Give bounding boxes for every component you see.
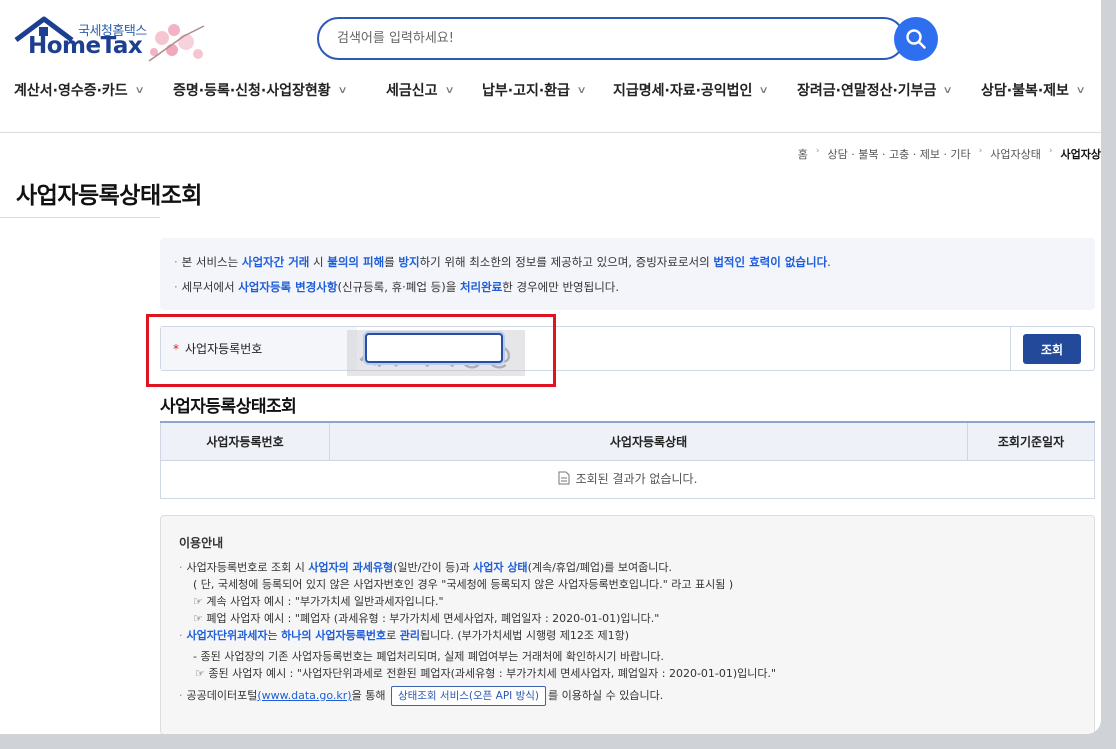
result-section-title: 사업자등록상태조회 xyxy=(160,397,297,417)
chevron-right-icon: › xyxy=(815,146,820,156)
title-divider xyxy=(0,217,160,218)
nav-label: 납부·고지·환급 xyxy=(482,83,570,99)
nav-label: 장려금·연말정산·기부금 xyxy=(797,83,937,99)
logo-english-text: HomeTax xyxy=(28,33,143,59)
search-icon xyxy=(906,29,926,49)
document-icon xyxy=(558,471,570,485)
nav-item-receipts[interactable]: 계산서·영수증·카드 ∨ xyxy=(14,80,145,100)
breadcrumb-item[interactable]: 사업자상태 xyxy=(990,146,1041,162)
search-input[interactable] xyxy=(337,19,877,58)
chevron-down-icon: ∨ xyxy=(758,84,770,96)
chevron-down-icon: ∨ xyxy=(444,84,455,96)
notice-box: · 본 서비스는 사업자간 거래 시 불의의 피해를 방지하기 위해 최소한의 정… xyxy=(160,238,1095,310)
chevron-right-icon: › xyxy=(978,146,983,156)
usage-guide-title: 이용안내 xyxy=(179,536,224,550)
guide-line: ☞ 폐업 사업자 예시 : "폐업자 (과세유형 : 부가가치세 면세사업자, … xyxy=(193,611,660,625)
nav-label: 상담·불복·제보 xyxy=(981,83,1069,99)
nav-item-certificates[interactable]: 증명·등록·신청·사업장현황 ∨ xyxy=(173,80,348,100)
nav-item-statements[interactable]: 지급명세·자료·공익법인 ∨ xyxy=(613,80,770,100)
empty-cell: 조회된 결과가 없습니다. xyxy=(160,459,1095,499)
search-box xyxy=(317,17,905,60)
chevron-right-icon: › xyxy=(1048,146,1053,156)
table-header-row: 사업자등록번호 사업자등록상태 조회기준일자 xyxy=(160,421,1095,461)
notice-line: · 세무서에서 사업자등록 변경사항(신규등록, 휴·폐업 등)을 처리완료한 경… xyxy=(174,280,620,294)
nav-item-payment[interactable]: 납부·고지·환급 ∨ xyxy=(482,80,587,100)
guide-line: ☞ 종된 사업자 예시 : "사업자단위과세로 전환된 폐업자(과세유형 : 부… xyxy=(195,666,777,680)
chevron-down-icon: ∨ xyxy=(134,84,145,96)
breadcrumb-current: 사업자상 xyxy=(1060,148,1101,161)
chevron-down-icon: ∨ xyxy=(1075,84,1086,96)
nav-label: 계산서·영수증·카드 xyxy=(14,83,128,99)
hometax-logo[interactable]: 국세청홈택스 HomeTax xyxy=(14,16,214,66)
column-header: 사업자등록번호 xyxy=(160,421,330,461)
chevron-down-icon: ∨ xyxy=(337,84,348,96)
open-api-button[interactable]: 상태조회 서비스(오픈 API 방식) xyxy=(390,685,547,707)
guide-line: · 공공데이터포털(www.data.go.kr)을 통해 상태조회 서비스(오픈… xyxy=(179,685,1076,707)
chevron-down-icon: ∨ xyxy=(576,84,587,96)
breadcrumb-item[interactable]: 상담 · 불복 · 고충 · 제보 · 기타 xyxy=(828,146,971,162)
search-button[interactable] xyxy=(894,17,938,61)
table-row: 조회된 결과가 없습니다. xyxy=(160,459,1095,499)
guide-line: · 사업자단위과세자는 하나의 사업자등록번호로 관리됩니다. (부가가치세법 시… xyxy=(179,628,629,642)
cherry-blossom-icon xyxy=(148,24,205,62)
column-header: 사업자등록상태 xyxy=(329,421,968,461)
guide-line: · 사업자등록번호로 조회 시 사업자의 과세유형(일반/간이 등)과 사업자 상… xyxy=(179,560,672,574)
nav-label: 증명·등록·신청·사업장현황 xyxy=(173,83,331,99)
nav-label: 세금신고 xyxy=(386,83,438,99)
nav-item-tax-filing[interactable]: 세금신고 ∨ xyxy=(386,80,455,100)
empty-message: 조회된 결과가 없습니다. xyxy=(575,471,698,486)
query-button[interactable]: 조회 xyxy=(1023,334,1081,364)
page-frame: 국세청홈택스 HomeTax 계산서·영수증·카드 ∨ 증명·등록·신청·사업장현… xyxy=(0,0,1101,734)
page-title: 사업자등록상태조회 xyxy=(16,183,202,209)
form-divider xyxy=(1010,327,1011,370)
nav-item-consultation[interactable]: 상담·불복·제보 ∨ xyxy=(981,80,1086,100)
nav-item-incentives[interactable]: 장려금·연말정산·기부금 ∨ xyxy=(797,80,954,100)
breadcrumb-home[interactable]: 홈 xyxy=(798,146,808,162)
usage-guide-box: 이용안내 · 사업자등록번호로 조회 시 사업자의 과세유형(일반/간이 등)과 … xyxy=(160,515,1095,734)
nav-label: 지급명세·자료·공익법인 xyxy=(613,83,753,99)
guide-line: ( 단, 국세청에 등록되어 있지 않은 사업자번호인 경우 "국세청에 등록되… xyxy=(193,577,734,591)
guide-line: ☞ 계속 사업자 예시 : "부가가치세 일반과세자입니다." xyxy=(193,594,444,608)
highlight-annotation-box xyxy=(146,314,556,387)
chevron-down-icon: ∨ xyxy=(942,84,954,96)
notice-line: · 본 서비스는 사업자간 거래 시 불의의 피해를 방지하기 위해 최소한의 정… xyxy=(174,255,831,269)
column-header: 조회기준일자 xyxy=(967,421,1095,461)
data-portal-link[interactable]: (www.data.go.kr) xyxy=(257,689,351,702)
guide-line: - 종된 사업장의 기존 사업자등록번호는 폐업처리되며, 실제 폐업여부는 거… xyxy=(193,649,664,663)
breadcrumb: 홈 › 상담 · 불복 · 고충 · 제보 · 기타 › 사업자상태 › 사업자… xyxy=(798,146,1101,162)
result-table: 사업자등록번호 사업자등록상태 조회기준일자 조회된 결과가 없습니다. xyxy=(160,421,1095,499)
nav-divider xyxy=(0,132,1101,133)
